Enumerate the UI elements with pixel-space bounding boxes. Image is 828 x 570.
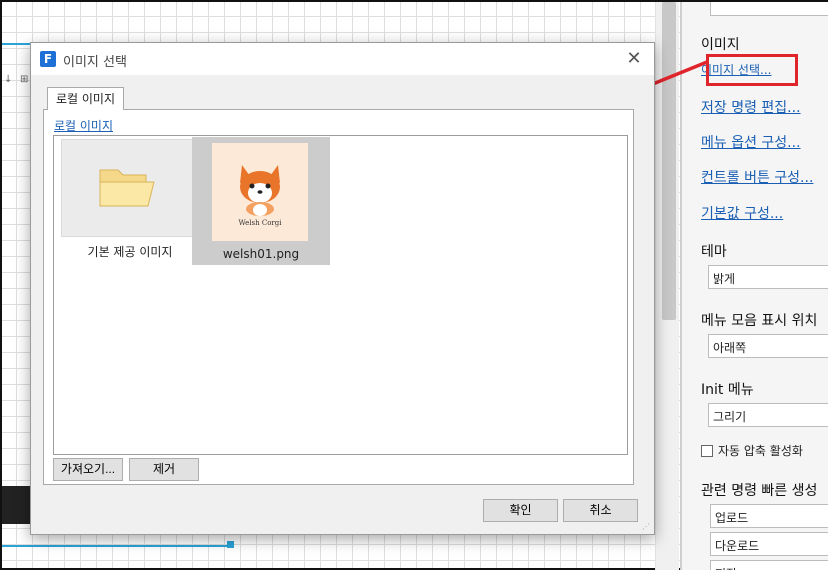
ok-button[interactable]: 확인 <box>483 499 558 522</box>
import-button[interactable]: 가져오기... <box>53 458 123 481</box>
control-buttons-link[interactable]: 컨트롤 버튼 구성... <box>701 167 813 187</box>
quick-gen-label: 관련 명령 빠른 생성 <box>701 483 818 499</box>
grid-icon: ⊞ <box>20 74 29 85</box>
resize-handle[interactable] <box>227 541 234 548</box>
theme-select[interactable]: 밝게 <box>708 265 828 289</box>
image-thumbnail: Welsh Corgi <box>192 137 330 241</box>
corgi-icon <box>240 165 280 216</box>
annotation-highlight-box <box>706 54 798 86</box>
close-icon[interactable]: ✕ <box>622 47 646 71</box>
image-list[interactable]: 기본 제공 이미지 Welsh Corgi welsh01.png <box>53 135 628 455</box>
auto-compress-checkbox[interactable] <box>701 444 713 457</box>
canvas-toolbar <box>2 486 32 524</box>
quick-gen-item[interactable]: 업로드 <box>710 504 828 528</box>
folder-thumbnail <box>61 139 199 237</box>
corgi-image: Welsh Corgi <box>212 143 308 241</box>
list-item-folder[interactable]: 기본 제공 이미지 <box>61 139 199 265</box>
image-select-dialog: F 이미지 선택 ✕ 로컬 이미지 로컬 이미지 기본 제공 이미지 Welsh… <box>30 42 655 535</box>
save-command-link[interactable]: 저장 명령 편집... <box>701 97 801 117</box>
menubar-position-label: 메뉴 모음 표시 위치 <box>701 313 818 329</box>
item-caption: welsh01.png <box>222 247 300 261</box>
item-caption: 기본 제공 이미지 <box>87 245 173 259</box>
folder-icon <box>99 169 155 207</box>
property-field[interactable] <box>710 2 828 16</box>
scrollbar-thumb[interactable] <box>662 2 676 320</box>
image-label: 이미지 <box>701 37 740 53</box>
app-logo-icon: F <box>40 51 56 67</box>
theme-label: 테마 <box>701 244 727 260</box>
download-icon: ↓ <box>4 74 13 85</box>
cancel-button[interactable]: 취소 <box>563 499 638 522</box>
quick-gen-item[interactable]: 다운로드 <box>710 532 828 556</box>
local-images-link[interactable]: 로컬 이미지 <box>54 117 113 134</box>
init-menu-label: Init 메뉴 <box>701 382 754 398</box>
canvas-frame-edge <box>2 545 232 547</box>
auto-compress-label: 자동 압축 활성화 <box>718 444 803 458</box>
resize-grip-icon[interactable]: ⋰ <box>642 522 652 532</box>
init-menu-select[interactable]: 그리기 <box>708 403 828 427</box>
auto-compress-row[interactable]: 자동 압축 활성화 <box>701 442 803 459</box>
menubar-position-select[interactable]: 아래쪽 <box>708 334 828 358</box>
tab-local-images[interactable]: 로컬 이미지 <box>47 87 125 110</box>
tab-panel: 로컬 이미지 기본 제공 이미지 Welsh Corgi welsh01.png <box>43 109 634 485</box>
list-item-image-selected[interactable]: Welsh Corgi welsh01.png <box>192 137 330 265</box>
image-text: Welsh Corgi <box>238 219 282 227</box>
menu-options-link[interactable]: 메뉴 옵션 구성... <box>701 132 801 152</box>
dialog-titlebar[interactable]: F 이미지 선택 ✕ <box>31 43 654 75</box>
defaults-link[interactable]: 기본값 구성... <box>701 203 783 223</box>
dialog-title: 이미지 선택 <box>63 55 127 70</box>
remove-button[interactable]: 제거 <box>129 458 199 481</box>
quick-gen-item[interactable]: 저장 <box>710 560 828 570</box>
